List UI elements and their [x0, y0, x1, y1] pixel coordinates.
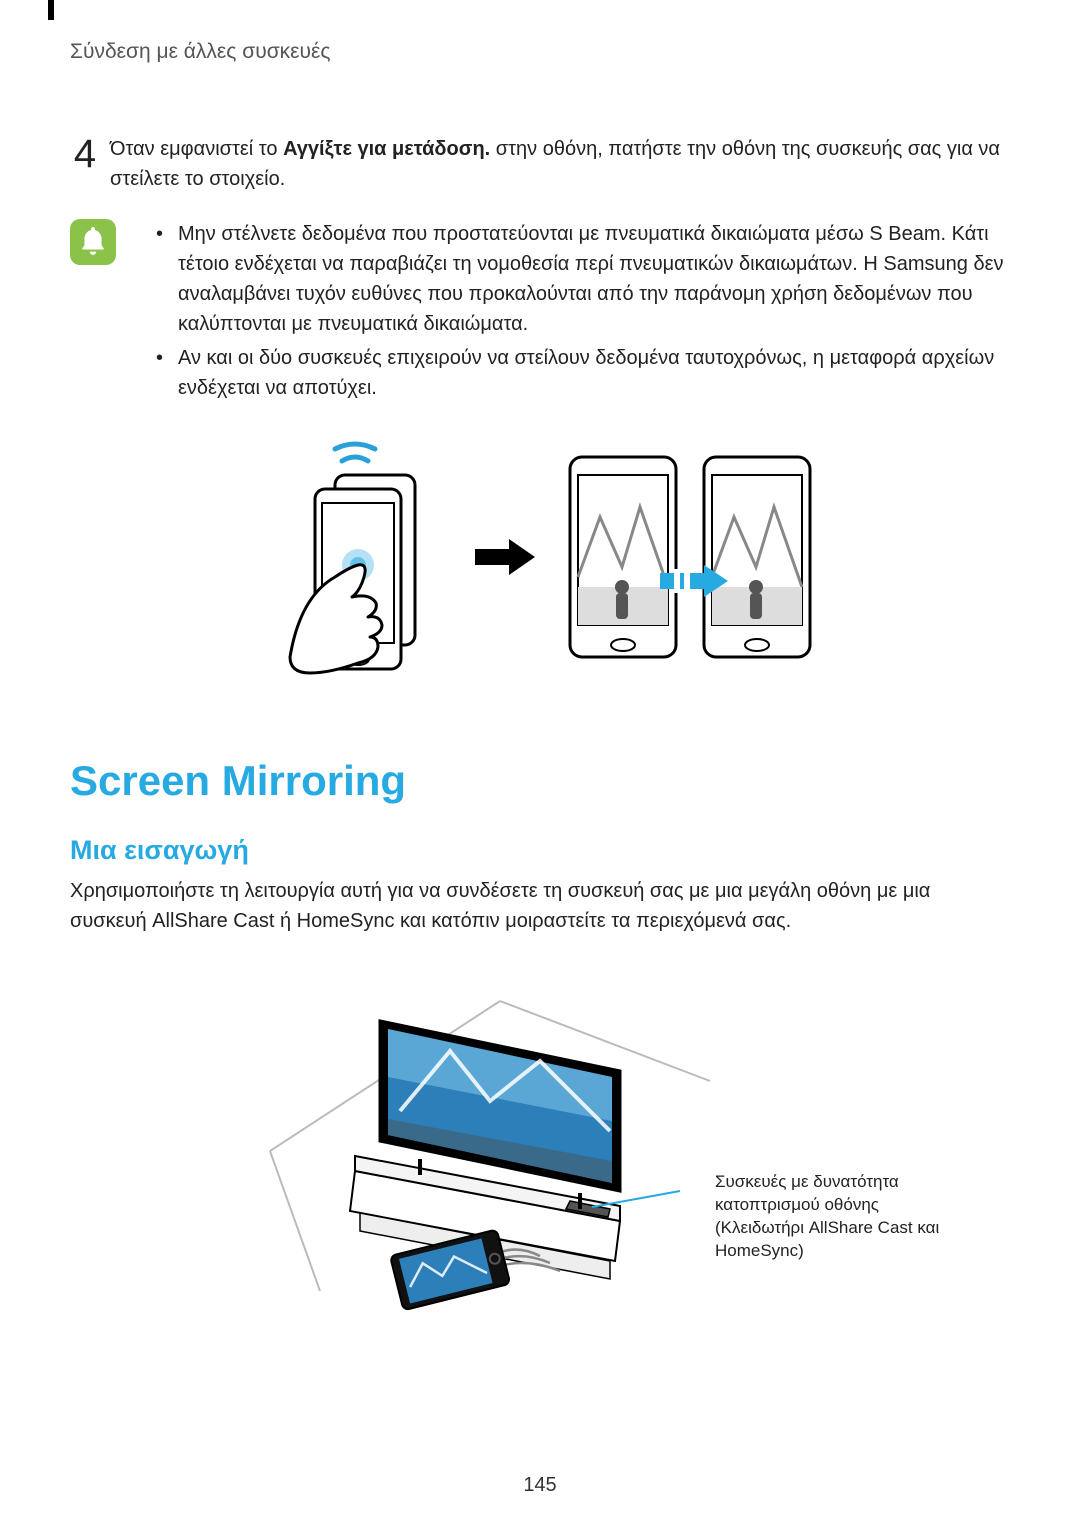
- phone-tap-illustration: [260, 437, 450, 677]
- page-number: 145: [0, 1474, 1080, 1497]
- screen-mirroring-illustration: Συσκευές με δυνατότητα κατοπτρισμού οθόν…: [70, 961, 1010, 1321]
- note-list: Μην στέλνετε δεδομένα που προστατεύονται…: [156, 219, 1010, 407]
- step-body: Όταν εμφανιστεί το Αγγίξτε για μετάδοση.…: [100, 134, 1010, 194]
- bell-icon: [70, 219, 116, 265]
- step-item: 4 Όταν εμφανιστεί το Αγγίξτε για μετάδοσ…: [70, 134, 1010, 194]
- note-block: Μην στέλνετε δεδομένα που προστατεύονται…: [70, 219, 1010, 407]
- step-bold: Αγγίξτε για μετάδοση.: [283, 138, 490, 160]
- header-accent-line: [48, 0, 54, 20]
- intro-subheading: Μια εισαγωγή: [70, 835, 1010, 866]
- callout-label: Συσκευές με δυνατότητα κατοπτρισμού οθόν…: [715, 1171, 965, 1263]
- step-number: 4: [70, 134, 100, 194]
- note-item: Αν και οι δύο συσκευές επιχειρούν να στε…: [156, 343, 1010, 403]
- phone-pair-illustration: [560, 447, 820, 667]
- note-item: Μην στέλνετε δεδομένα που προστατεύονται…: [156, 219, 1010, 339]
- arrow-right-icon: [475, 537, 535, 577]
- step-text-1: Όταν εμφανιστεί το: [110, 138, 283, 160]
- chapter-title: Σύνδεση με άλλες συσκευές: [70, 40, 1010, 64]
- intro-text: Χρησιμοποιήστε τη λειτουργία αυτή για να…: [70, 876, 1010, 936]
- sbeam-illustration: [70, 437, 1010, 677]
- screen-mirroring-heading: Screen Mirroring: [70, 757, 1010, 805]
